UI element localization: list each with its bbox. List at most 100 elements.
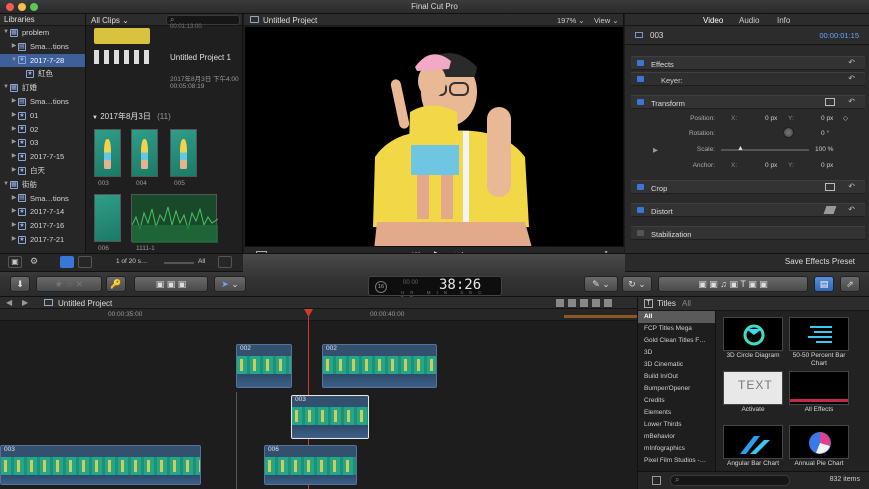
- project-clapper-icon[interactable]: [94, 50, 150, 64]
- effect-tile[interactable]: TEXT Activate: [723, 371, 783, 414]
- effects-browser-button[interactable]: ▤: [814, 276, 834, 292]
- transform-onscreen-icon[interactable]: [825, 98, 835, 106]
- crop-onscreen-icon[interactable]: [825, 183, 835, 191]
- effects-category-item[interactable]: Elements: [638, 407, 715, 419]
- timeline-clip-selected[interactable]: 003: [291, 395, 369, 439]
- effects-category-item[interactable]: All: [638, 311, 715, 323]
- effects-enable-checkbox[interactable]: [637, 60, 644, 66]
- effects-category-item[interactable]: mBehavior: [638, 431, 715, 443]
- disclosure-triangle-icon[interactable]: ▼: [2, 81, 10, 95]
- sidebar-item-event[interactable]: ▶ ★ 2017-7-15: [0, 150, 85, 164]
- disclosure-triangle-icon[interactable]: ▼: [2, 178, 10, 192]
- timecode-display[interactable]: 16 00 00 38:26 HR MIN SEC FR: [368, 276, 502, 300]
- enhancements-button[interactable]: ✎ ⌄: [584, 276, 618, 292]
- timeline-view-controls[interactable]: [556, 299, 616, 307]
- sidebar-item-keyword[interactable]: ★ 紅色: [0, 67, 85, 81]
- effects-category-item[interactable]: 3D: [638, 347, 715, 359]
- disclosure-triangle-icon[interactable]: ▶: [10, 150, 18, 164]
- crop-enable-checkbox[interactable]: [637, 184, 644, 190]
- effect-tile[interactable]: All Effects: [789, 371, 849, 414]
- transform-section[interactable]: Transform ↶: [631, 95, 865, 109]
- scale-slider[interactable]: [721, 149, 809, 151]
- disclosure-triangle-icon[interactable]: ▶: [10, 95, 18, 109]
- effects-category-item[interactable]: Pixel Film Studios -…: [638, 455, 715, 467]
- effect-tile[interactable]: Annual Pie Chart: [789, 425, 849, 468]
- effect-tile[interactable]: 3D Circle Diagram: [723, 317, 783, 360]
- timeline-ruler[interactable]: 00:00:35:00 00:00:40:00: [0, 309, 637, 321]
- reset-icon[interactable]: ↶: [848, 74, 855, 83]
- distort-section[interactable]: Distort ↶: [631, 203, 865, 217]
- sidebar-item-event[interactable]: ▶ ★ 01: [0, 109, 85, 123]
- effects-category-item[interactable]: Bumper/Opener: [638, 383, 715, 395]
- keyer-enable-checkbox[interactable]: [637, 76, 644, 82]
- timeline-clip[interactable]: 002: [236, 344, 292, 388]
- sidebar-item-library[interactable]: ▼ ▦ 訂婚: [0, 81, 85, 95]
- disclosure-triangle-icon[interactable]: ▼: [2, 26, 10, 40]
- keyer-row[interactable]: Keyer: ↶: [631, 72, 865, 86]
- effects-category-item[interactable]: 3D Cinematic: [638, 359, 715, 371]
- clip-thumbnail-003[interactable]: [94, 129, 121, 177]
- project-name[interactable]: Untitled Project 1: [170, 53, 231, 62]
- scale-slider-knob[interactable]: ▲: [737, 145, 744, 152]
- effects-category-item[interactable]: Credits: [638, 395, 715, 407]
- transitions-browser-button[interactable]: ⇗: [840, 276, 860, 292]
- rotation-dial[interactable]: [783, 127, 794, 138]
- disclosure-triangle-icon[interactable]: ▶: [10, 123, 18, 137]
- filmstrip-view-button[interactable]: [60, 256, 74, 268]
- sidebar-toggle-icon[interactable]: ▣: [8, 256, 22, 268]
- list-view-button[interactable]: [78, 256, 92, 268]
- sidebar-item-event[interactable]: ▶ ★ 2017-7-14: [0, 205, 85, 219]
- rating-buttons[interactable]: ★ ☆ ✕: [36, 276, 102, 292]
- sidebar-item-library[interactable]: ▼ ▦ 街舫: [0, 178, 85, 192]
- distort-enable-checkbox[interactable]: [637, 207, 644, 213]
- sidebar-item-event[interactable]: ▼ ★ 2017-7-28: [0, 53, 85, 68]
- effects-browser-filter[interactable]: All: [682, 299, 691, 308]
- sidebar-item-event[interactable]: ▶ ★ 白天: [0, 164, 85, 178]
- timeline-clip[interactable]: 002: [322, 344, 437, 388]
- effects-search-input[interactable]: ⌕: [670, 475, 790, 486]
- anchor-y-field[interactable]: 0 px: [821, 162, 833, 169]
- import-button[interactable]: ⬇: [10, 276, 30, 292]
- effects-category-item[interactable]: mInfographics: [638, 443, 715, 455]
- crop-section[interactable]: Crop ↶: [631, 180, 865, 194]
- edit-buttons[interactable]: ▣ ▣ ▣: [134, 276, 208, 292]
- disclosure-triangle-icon[interactable]: ▶: [10, 109, 18, 123]
- sidebar-item-folder[interactable]: ▶ ▤ Sma…tions: [0, 95, 85, 109]
- retime-button[interactable]: ↻ ⌄: [622, 276, 652, 292]
- sidebar-item-event[interactable]: ▶ ★ 2017-7-16: [0, 219, 85, 233]
- clip-thumbnail-006[interactable]: [94, 194, 121, 242]
- clips-filter-dropdown[interactable]: All Clips ⌄: [91, 16, 129, 25]
- tab-info[interactable]: Info: [777, 16, 790, 25]
- clip-thumbnail-1111-1[interactable]: [131, 194, 218, 243]
- effects-category-item[interactable]: Lower Thirds: [638, 419, 715, 431]
- disclosure-triangle-icon[interactable]: ▶: [10, 136, 18, 150]
- sidebar-item-event[interactable]: ▶ ★ 2017-7-21: [0, 233, 85, 247]
- sidebar-item-event[interactable]: ▶ ★ 02: [0, 123, 85, 137]
- zoom-dropdown[interactable]: 197% ⌄: [557, 16, 585, 25]
- gear-icon[interactable]: ⚙: [30, 256, 38, 267]
- keyframe-icon[interactable]: ◇: [843, 114, 848, 122]
- sidebar-item-folder[interactable]: ▶ ▤ Sma…tions: [0, 192, 85, 206]
- duration-filter-label[interactable]: All: [198, 258, 205, 265]
- effects-category-item[interactable]: FCP Titles Mega: [638, 323, 715, 335]
- disclosure-triangle-icon[interactable]: ▶: [10, 40, 18, 54]
- save-effects-preset-button[interactable]: Save Effects Preset: [785, 257, 855, 266]
- effects-category-item[interactable]: Build In/Out: [638, 371, 715, 383]
- clip-size-slider[interactable]: [164, 262, 194, 264]
- reset-icon[interactable]: ↶: [848, 205, 855, 214]
- transform-enable-checkbox[interactable]: [637, 99, 644, 105]
- forward-arrow-icon[interactable]: ▶: [22, 298, 28, 307]
- tab-audio[interactable]: Audio: [739, 16, 759, 25]
- anchor-x-field[interactable]: 0 px: [765, 162, 777, 169]
- stabilization-section[interactable]: Stabilization: [631, 226, 865, 240]
- timeline-clip[interactable]: 003: [0, 445, 201, 485]
- select-tool-button[interactable]: ➤ ⌄: [214, 276, 246, 292]
- view-menu[interactable]: View ⌄: [594, 16, 619, 25]
- reset-icon[interactable]: ↶: [848, 182, 855, 191]
- effect-tile[interactable]: 50-50 Percent Bar Chart: [789, 317, 849, 368]
- sidebar-item-folder[interactable]: ▶ ▤ Sma…tions: [0, 40, 85, 54]
- top-clip-thumbnail[interactable]: [94, 28, 150, 44]
- viewer-canvas[interactable]: [245, 27, 623, 259]
- rotation-field[interactable]: 0 °: [821, 130, 829, 137]
- effect-tile[interactable]: Angular Bar Chart: [723, 425, 783, 468]
